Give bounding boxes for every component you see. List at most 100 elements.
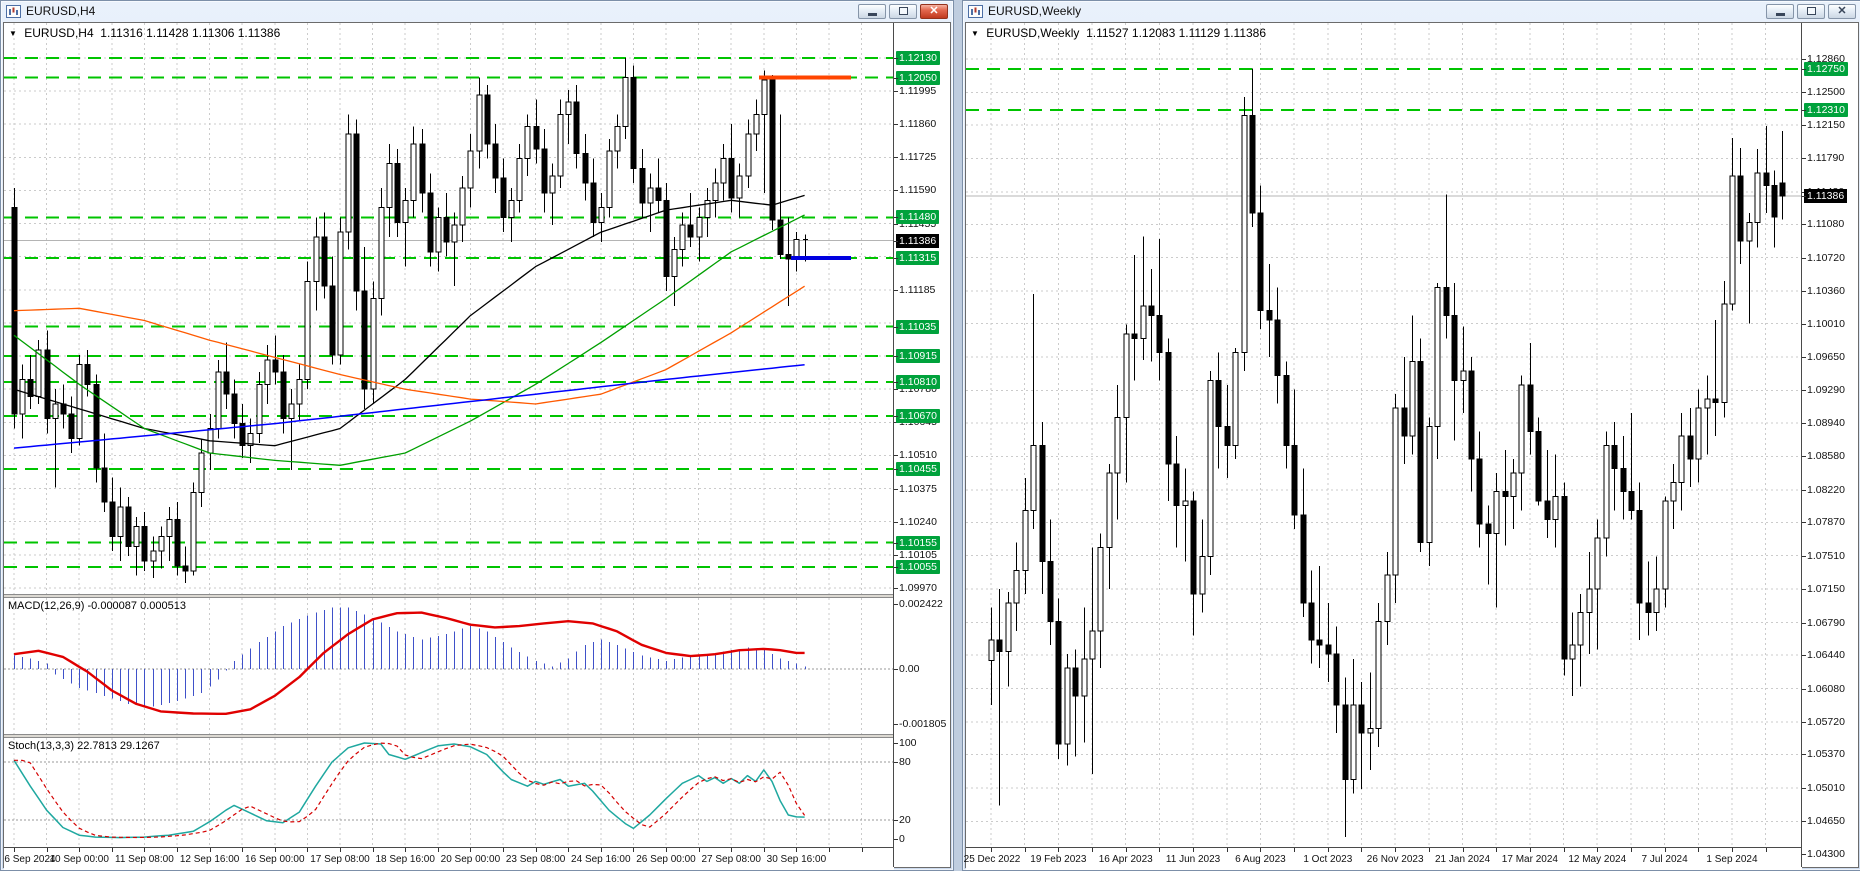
titlebar-h4[interactable]: EURUSD,H4 ✕ <box>1 1 953 21</box>
minimize-button[interactable] <box>858 3 886 19</box>
axis-tick <box>1802 721 1806 723</box>
price-level-label: 1.12750 <box>1804 62 1848 77</box>
axis-tick <box>1802 522 1806 524</box>
time-tick <box>1092 848 1094 852</box>
h4-time-axis: 6 Sep 2024 10 Sep 00:00 11 Sep 08:00 12 Sep… <box>4 847 894 870</box>
price-label: 1.06790 <box>1807 616 1845 629</box>
time-tick <box>1193 848 1195 852</box>
time-tick <box>209 848 211 852</box>
collapse-indicator-icon[interactable]: ▼ <box>9 29 17 38</box>
h4-main-plot <box>4 23 894 594</box>
h4-header-symbol: EURUSD,H4 <box>24 26 94 40</box>
price-label: 1.11185 <box>899 283 936 296</box>
time-tick <box>242 848 244 852</box>
time-tick <box>535 848 537 852</box>
axis-tick <box>894 839 898 840</box>
titlebar-weekly[interactable]: EURUSD,Weekly ✕ <box>963 1 1860 21</box>
h4-stoch-plot <box>4 738 894 847</box>
axis-tick <box>894 669 898 670</box>
close-button[interactable]: ✕ <box>1828 3 1856 19</box>
time-tick <box>1630 848 1632 852</box>
axis-tick <box>894 289 898 291</box>
restore-button[interactable] <box>1797 3 1825 19</box>
axis-tick <box>1802 853 1806 855</box>
minimize-button[interactable] <box>1766 3 1794 19</box>
time-tick <box>111 848 113 852</box>
weekly-main-pane[interactable]: ▼ EURUSD,Weekly 1.11527 1.12083 1.11129 … <box>966 23 1802 847</box>
axis-tick <box>894 455 898 457</box>
time-label: 19 Feb 2023 <box>1030 854 1087 865</box>
price-label: 1.05010 <box>1807 781 1845 794</box>
price-label: 1.11590 <box>899 184 937 197</box>
mdi-workspace: EURUSD,H4 ✕ ▼ EURUSD,H4 1.11316 1.11428 … <box>0 0 1860 871</box>
weekly-ohlc-header: ▼ EURUSD,Weekly 1.11527 1.12083 1.11129 … <box>971 26 1266 40</box>
axis-tick <box>1802 323 1806 325</box>
axis-tick <box>1802 622 1806 624</box>
time-tick <box>1731 848 1733 852</box>
time-tick <box>1327 848 1329 852</box>
price-label: 1.10510 <box>899 449 937 462</box>
price-label: 1.06080 <box>1807 682 1845 695</box>
axis-tick <box>1802 754 1806 756</box>
close-button[interactable]: ✕ <box>920 3 948 19</box>
h4-price-axis: 1.099701.101051.102401.103751.105101.106… <box>893 23 950 867</box>
time-label: 6 Sep 2024 <box>4 854 56 865</box>
weekly-main-plot <box>966 23 1802 847</box>
time-tick <box>731 848 733 852</box>
time-tick <box>372 848 374 852</box>
time-tick <box>274 848 276 852</box>
time-tick <box>1698 848 1700 852</box>
price-label: 1.12500 <box>1807 86 1845 99</box>
window-title: EURUSD,H4 <box>26 4 96 18</box>
axis-tick <box>1802 489 1806 491</box>
axis-tick <box>894 257 898 259</box>
time-tick <box>503 848 504 852</box>
time-label: 18 Sep 16:00 <box>375 854 435 865</box>
time-label: 7 Jul 2024 <box>1641 854 1688 865</box>
price-label: 1.04650 <box>1807 815 1845 828</box>
time-label: 12 Sep 16:00 <box>179 854 240 865</box>
axis-tick <box>1802 821 1806 823</box>
current-price-label: 1.11386 <box>1804 188 1848 203</box>
axis-tick <box>1802 158 1806 160</box>
time-tick <box>1529 848 1531 852</box>
time-tick <box>1765 848 1767 852</box>
time-tick <box>666 848 667 852</box>
h4-macd-plot <box>4 598 894 734</box>
axis-tick <box>1802 195 1806 197</box>
price-level-label: 1.12310 <box>1804 103 1848 118</box>
price-label: 1.08940 <box>1807 416 1845 429</box>
time-tick <box>1361 848 1363 852</box>
axis-tick <box>894 217 898 219</box>
time-tick <box>340 848 341 852</box>
time-tick <box>177 848 178 852</box>
h4-main-pane[interactable]: ▼ EURUSD,H4 1.11316 1.11428 1.11306 1.11… <box>4 23 894 594</box>
axis-tick <box>894 356 898 358</box>
price-level-label: 1.10155 <box>896 535 940 550</box>
price-label: 1.04300 <box>1807 847 1845 860</box>
time-tick <box>144 848 146 852</box>
macd-axis-label: 0.002422 <box>899 598 943 610</box>
restore-button[interactable] <box>889 3 917 19</box>
time-label: 23 Sep 08:00 <box>505 854 566 865</box>
h4-stoch-pane[interactable]: Stoch(13,3,3) 22.7813 29.1267 <box>4 738 894 847</box>
time-label: 21 Jan 2024 <box>1434 854 1491 865</box>
time-tick <box>861 848 863 852</box>
price-label: 1.06440 <box>1807 649 1845 662</box>
axis-tick <box>894 381 898 383</box>
time-tick <box>763 848 765 852</box>
time-label: 17 Mar 2024 <box>1501 854 1558 865</box>
time-tick <box>14 848 15 852</box>
time-label: 16 Sep 00:00 <box>245 854 305 865</box>
price-level-label: 1.10915 <box>896 349 940 364</box>
price-label: 1.05370 <box>1807 748 1845 761</box>
time-tick <box>1496 848 1498 852</box>
price-label: 1.09970 <box>899 581 937 594</box>
time-tick <box>79 848 81 852</box>
axis-tick <box>1802 257 1806 259</box>
axis-tick <box>894 190 898 192</box>
time-label: 27 Sep 08:00 <box>701 854 761 865</box>
collapse-indicator-icon[interactable]: ▼ <box>971 29 979 38</box>
h4-macd-pane[interactable]: MACD(12,26,9) -0.000087 0.000513 <box>4 598 894 734</box>
axis-tick <box>1802 92 1806 94</box>
